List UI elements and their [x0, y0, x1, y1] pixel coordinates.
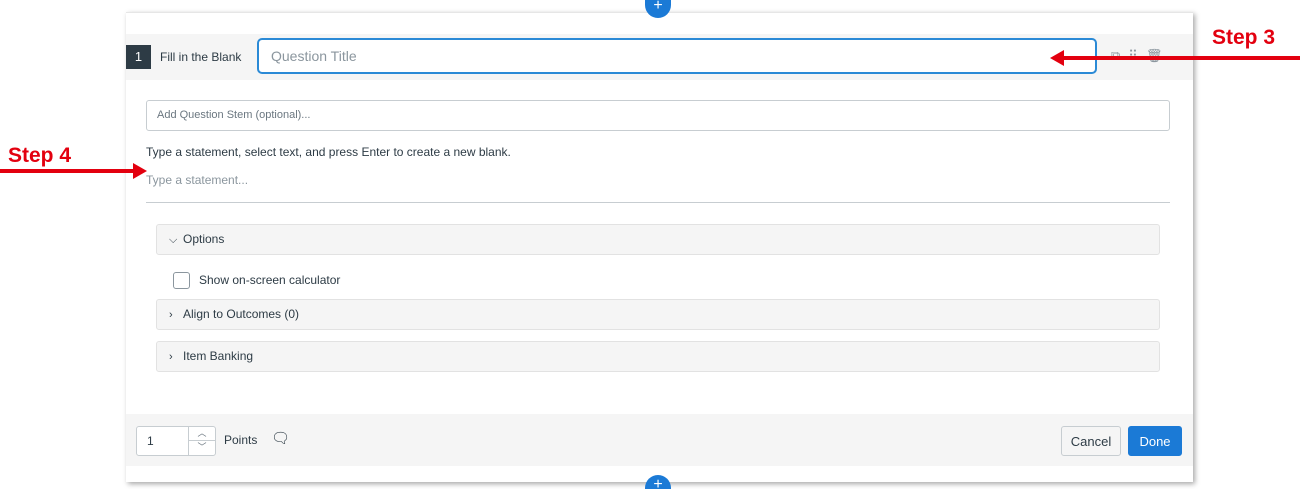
options-label: Options	[183, 232, 225, 246]
step3-arrow-icon	[1050, 50, 1300, 66]
step3-annotation: Step 3	[1212, 26, 1276, 49]
cancel-button[interactable]: Cancel	[1061, 426, 1121, 456]
statement-input[interactable]: Type a statement...	[146, 173, 248, 187]
chevron-right-icon: ›	[169, 309, 173, 321]
question-type-label: Fill in the Blank	[160, 50, 242, 64]
item-banking-label: Item Banking	[183, 349, 254, 363]
step4-annotation: Step 4	[8, 144, 72, 167]
calculator-label: Show on-screen calculator	[199, 273, 341, 287]
chevron-right-icon: ›	[169, 351, 173, 363]
calculator-option[interactable]: Show on-screen calculator	[173, 271, 341, 290]
points-spinner[interactable]: ︿ ﹀	[188, 427, 215, 455]
question-number: 1	[126, 45, 151, 69]
question-title-input[interactable]: Question Title	[257, 38, 1097, 74]
decrement-icon[interactable]: ﹀	[189, 441, 215, 454]
feedback-icon[interactable]: 🗨	[271, 429, 290, 447]
question-header: 1 Fill in the Blank Question Title ⧉⠿🗑	[126, 34, 1193, 80]
points-stepper[interactable]: 1 ︿ ﹀	[136, 426, 216, 456]
points-label: Points	[224, 433, 258, 447]
question-stem-input[interactable]: Add Question Stem (optional)...	[146, 100, 1170, 131]
points-value[interactable]: 1	[147, 434, 154, 448]
step4-arrow-icon	[0, 163, 147, 179]
divider	[146, 202, 1170, 203]
increment-icon[interactable]: ︿	[189, 427, 215, 441]
done-button[interactable]: Done	[1128, 426, 1182, 456]
question-footer: 1 ︿ ﹀ Points 🗨 Cancel Done	[126, 414, 1193, 466]
outcomes-label: Align to Outcomes (0)	[183, 307, 300, 321]
options-accordion[interactable]: ⌵ Options	[156, 224, 1160, 255]
item-banking-accordion[interactable]: › Item Banking	[156, 341, 1160, 372]
outcomes-accordion[interactable]: › Align to Outcomes (0)	[156, 299, 1160, 330]
chevron-down-icon: ⌵	[169, 234, 178, 246]
blank-instruction: Type a statement, select text, and press…	[146, 145, 511, 159]
calculator-checkbox[interactable]	[173, 272, 190, 290]
